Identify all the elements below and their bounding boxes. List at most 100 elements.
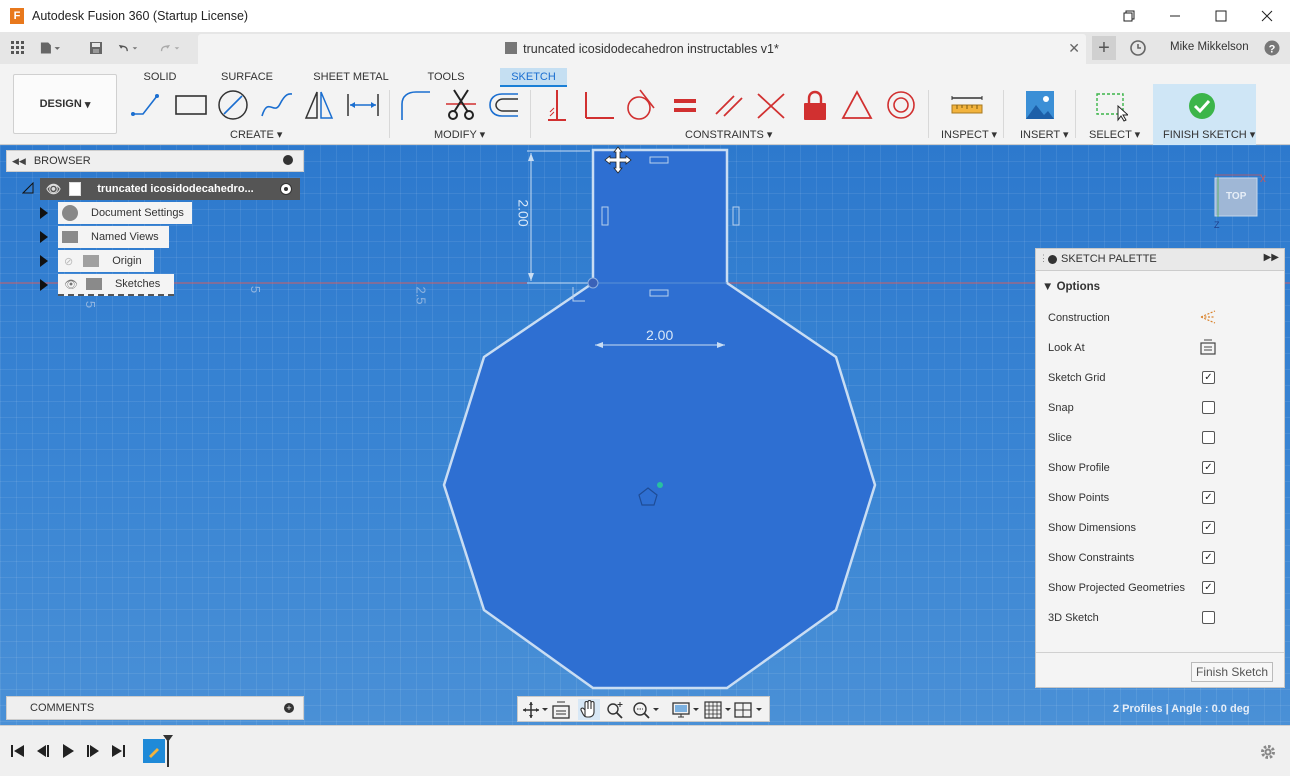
coincident-constraint-icon[interactable] <box>582 88 616 122</box>
tab-sheet-metal[interactable]: SHEET METAL <box>308 68 394 87</box>
go-to-end-icon[interactable] <box>110 743 126 759</box>
user-name[interactable]: Mike Mikkelson <box>1170 41 1249 53</box>
snap-checkbox[interactable] <box>1202 401 1215 414</box>
job-status-clock-icon[interactable] <box>1128 38 1148 58</box>
mirror-tool-icon[interactable] <box>302 88 336 122</box>
tab-surface[interactable]: SURFACE <box>216 68 278 87</box>
construction-icon[interactable] <box>1200 309 1216 328</box>
show-points-checkbox[interactable]: ✓ <box>1202 491 1215 504</box>
rectangle-tool-icon[interactable] <box>174 88 208 122</box>
fillet-tool-icon[interactable] <box>398 88 432 122</box>
timeline-settings-gear-icon[interactable] <box>1259 743 1277 764</box>
new-tab-plus-icon[interactable]: + <box>1092 36 1116 60</box>
maximize-button[interactable] <box>1198 0 1244 32</box>
show-profile-checkbox[interactable]: ✓ <box>1202 461 1215 474</box>
insert-menu[interactable]: INSERT ▾ <box>1020 128 1069 141</box>
file-menu-icon[interactable] <box>40 38 60 58</box>
circle-tool-icon[interactable] <box>216 88 250 122</box>
sketch-dimension-icon[interactable] <box>346 88 380 122</box>
3d-sketch-checkbox[interactable] <box>1202 611 1215 624</box>
browser-item-document-settings[interactable]: Document Settings <box>58 202 192 224</box>
tab-solid[interactable]: SOLID <box>130 68 190 87</box>
slice-checkbox[interactable] <box>1202 431 1215 444</box>
zoom-icon[interactable] <box>606 701 624 722</box>
show-projected-geometries-checkbox[interactable]: ✓ <box>1202 581 1215 594</box>
browser-item-origin[interactable]: ⊘ Origin <box>58 250 154 272</box>
add-comment-icon[interactable]: + <box>284 703 294 713</box>
hidden-eye-icon[interactable]: ⊘ <box>64 255 73 268</box>
restore-down-icon[interactable] <box>1106 0 1152 32</box>
measure-ruler-icon[interactable] <box>950 88 984 122</box>
fit-zoom-window-icon[interactable] <box>632 701 660 722</box>
line-tool-icon[interactable] <box>130 88 164 122</box>
sketch-palette-header[interactable]: ⋮ SKETCH PALETTE ▶▶ <box>1036 249 1284 271</box>
eye-icon[interactable]: 👁 <box>46 182 61 196</box>
tangent-constraint-icon[interactable] <box>624 88 658 122</box>
close-tab-icon[interactable]: ✕ <box>1068 40 1080 57</box>
go-to-start-icon[interactable] <box>10 743 26 759</box>
modify-menu[interactable]: MODIFY ▾ <box>434 128 485 141</box>
inspect-menu[interactable]: INSPECT ▾ <box>941 128 997 141</box>
play-icon[interactable] <box>60 743 76 759</box>
fix-lock-icon[interactable] <box>798 88 832 122</box>
eye-icon[interactable]: 👁 <box>64 278 78 291</box>
step-back-icon[interactable] <box>35 743 51 759</box>
expand-triangle-icon[interactable] <box>40 255 48 267</box>
horizontal-vertical-constraint-icon[interactable] <box>540 88 574 122</box>
spline-tool-icon[interactable] <box>260 88 294 122</box>
minimize-button[interactable] <box>1152 0 1198 32</box>
close-button[interactable] <box>1244 0 1290 32</box>
concentric-constraint-icon[interactable] <box>884 88 918 122</box>
look-at-nav-icon[interactable] <box>552 701 570 722</box>
equal-constraint-icon[interactable] <box>668 88 702 122</box>
insert-image-icon[interactable] <box>1023 88 1057 122</box>
width-dimension-label[interactable]: 2.00 <box>646 327 673 343</box>
finish-sketch-button[interactable]: FINISH SKETCH ▾ <box>1153 84 1256 145</box>
view-cube-top-label[interactable]: TOP <box>1226 191 1246 202</box>
document-tab[interactable]: truncated icosidodecahedron instructable… <box>198 34 1086 64</box>
tab-sketch[interactable]: SKETCH <box>500 68 567 87</box>
browser-item-named-views[interactable]: Named Views <box>58 226 169 248</box>
viewports-icon[interactable] <box>734 701 764 722</box>
data-panel-icon[interactable] <box>8 38 28 58</box>
create-menu[interactable]: CREATE ▾ <box>230 128 282 141</box>
expand-triangle-icon[interactable] <box>40 207 48 219</box>
undo-icon[interactable] <box>118 38 138 58</box>
orbit-icon[interactable] <box>522 701 548 722</box>
drag-handle-icon[interactable]: ⋮ <box>1039 253 1048 264</box>
design-workspace-dropdown[interactable]: DESIGN ▾ <box>13 74 117 134</box>
select-menu[interactable]: SELECT ▾ <box>1089 128 1140 141</box>
timeline-sketch-feature[interactable] <box>143 739 165 763</box>
pan-hand-icon[interactable] <box>578 699 600 720</box>
expand-triangle-icon[interactable] <box>40 231 48 243</box>
trim-scissors-icon[interactable] <box>444 88 478 122</box>
perpendicular-constraint-icon[interactable] <box>754 88 788 122</box>
select-window-icon[interactable] <box>1094 88 1128 122</box>
comments-panel[interactable]: COMMENTS + <box>6 696 304 720</box>
collapse-left-icon[interactable]: ◀◀ <box>12 156 26 167</box>
expand-right-icon[interactable]: ▶▶ <box>1264 252 1279 263</box>
height-dimension-label[interactable]: 2.00 <box>516 199 532 226</box>
step-forward-icon[interactable] <box>85 743 101 759</box>
grid-snaps-icon[interactable] <box>704 701 732 722</box>
timeline-marker-icon[interactable] <box>163 735 173 770</box>
redo-icon[interactable] <box>160 38 180 58</box>
save-icon[interactable] <box>86 38 106 58</box>
expand-triangle-icon[interactable] <box>40 279 48 291</box>
browser-minimize-icon[interactable] <box>283 155 293 165</box>
show-constraints-checkbox[interactable]: ✓ <box>1202 551 1215 564</box>
look-at-icon[interactable] <box>1200 339 1216 358</box>
palette-minimize-icon[interactable] <box>1048 255 1057 264</box>
options-section-toggle[interactable]: ▼ Options <box>1042 281 1100 293</box>
help-icon[interactable]: ? <box>1262 38 1282 58</box>
browser-panel-header[interactable]: ◀◀ BROWSER <box>6 150 304 172</box>
activate-radio-icon[interactable] <box>280 183 292 195</box>
sketch-grid-checkbox[interactable]: ✓ <box>1202 371 1215 384</box>
parallel-constraint-icon[interactable] <box>712 88 746 122</box>
offset-tool-icon[interactable] <box>486 88 520 122</box>
display-settings-icon[interactable] <box>672 701 700 722</box>
constraints-menu[interactable]: CONSTRAINTS ▾ <box>685 128 772 141</box>
midpoint-triangle-icon[interactable] <box>840 88 874 122</box>
collapse-triangle-icon[interactable] <box>22 182 34 194</box>
browser-root-item[interactable]: 👁 truncated icosidodecahedro... <box>40 178 300 200</box>
